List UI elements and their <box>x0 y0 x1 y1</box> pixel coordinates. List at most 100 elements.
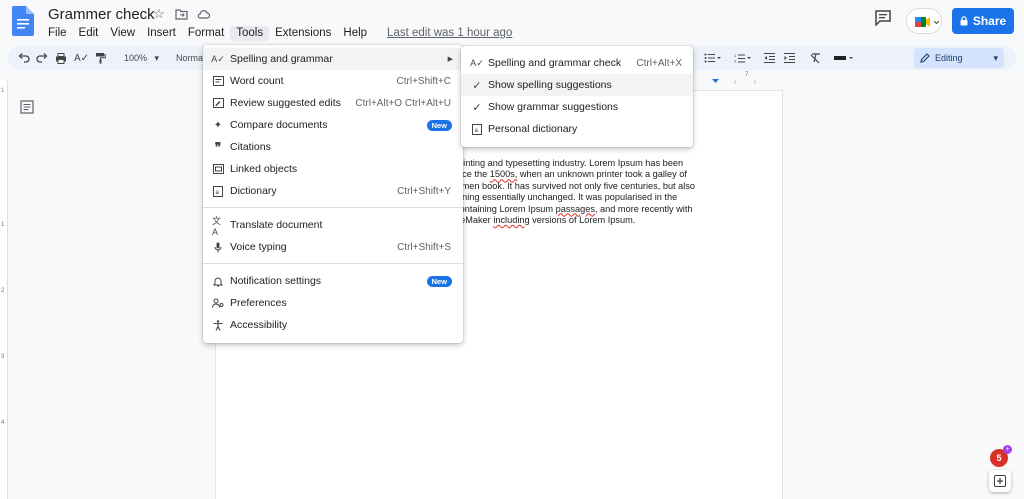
menu-item-review-edits[interactable]: Review suggested edits Ctrl+Alt+O Ctrl+A… <box>203 92 463 114</box>
misspelled-word[interactable]: including <box>493 215 529 225</box>
check-icon: ✓ <box>472 79 482 92</box>
menu-item-translate[interactable]: 文A Translate document <box>203 214 463 237</box>
redo-icon[interactable] <box>36 50 48 66</box>
menu-tools[interactable]: Tools <box>230 26 270 41</box>
check-icon: ✓ <box>472 101 482 114</box>
share-button[interactable]: Share <box>952 8 1014 34</box>
menu-separator <box>203 263 463 264</box>
ruler-mark: 3 <box>1 354 5 360</box>
menu-item-show-spelling[interactable]: ✓ Show spelling suggestions <box>461 74 693 96</box>
menu-item-spelling-grammar[interactable]: A✓ Spelling and grammar ▶ <box>203 48 463 70</box>
review-edits-icon <box>212 97 224 109</box>
menu-item-citations[interactable]: ❞ Citations <box>203 136 463 158</box>
editing-mode-select[interactable]: Editing ▾ <box>914 48 1004 68</box>
menu-separator <box>203 207 463 208</box>
svg-text:1: 1 <box>734 53 737 58</box>
svg-text:a: a <box>475 128 479 134</box>
dictionary-icon: a <box>212 185 224 197</box>
ruler-mark: 1 <box>1 88 5 94</box>
meet-icon <box>915 17 940 27</box>
menu-view[interactable]: View <box>104 26 141 41</box>
explore-icon <box>994 475 1006 487</box>
menu-bar: File Edit View Insert Format Tools Exten… <box>48 26 512 41</box>
menu-help[interactable]: Help <box>337 26 373 41</box>
bell-icon <box>212 275 224 287</box>
style-select[interactable]: Normal <box>176 50 205 66</box>
title-actions: ☆ <box>152 6 210 21</box>
meet-button[interactable] <box>906 8 942 34</box>
menu-extensions[interactable]: Extensions <box>269 26 337 41</box>
svg-text:a: a <box>216 190 220 196</box>
document-body[interactable]: printing and typesetting industry. Lorem… <box>455 158 725 226</box>
misspelled-word[interactable]: passages, <box>556 204 598 214</box>
menu-edit[interactable]: Edit <box>73 26 105 41</box>
star-icon[interactable]: ☆ <box>152 6 166 21</box>
link-icon <box>212 163 224 175</box>
app-header: Grammer check ☆ File Edit View Insert Fo… <box>0 0 1024 44</box>
ruler-mark: 2 <box>1 288 5 294</box>
menu-item-compare-documents[interactable]: ✦ Compare documents New <box>203 114 463 136</box>
pencil-icon <box>920 53 930 63</box>
comment-history-icon[interactable] <box>874 10 892 26</box>
cloud-status-icon[interactable] <box>196 7 210 21</box>
spellcheck-toolbar-icon[interactable]: A✓ <box>74 50 89 66</box>
menu-file[interactable]: File <box>48 26 73 41</box>
print-icon[interactable] <box>55 50 67 66</box>
increase-indent-icon[interactable] <box>784 50 795 66</box>
decrease-indent-icon[interactable] <box>764 50 775 66</box>
last-edit-link[interactable]: Last edit was 1 hour ago <box>387 26 512 41</box>
menu-item-preferences[interactable]: Preferences <box>203 292 463 314</box>
undo-icon[interactable] <box>18 50 30 66</box>
quote-icon: ❞ <box>214 140 222 154</box>
spellcheck-icon: A✓ <box>211 53 225 64</box>
explore-button[interactable] <box>989 470 1011 492</box>
editing-mode-label: Editing <box>935 53 963 63</box>
new-badge: New <box>426 275 452 287</box>
menu-item-notification-settings[interactable]: Notification settings New <box>203 270 463 292</box>
word-count-icon <box>212 75 224 87</box>
menu-item-show-grammar[interactable]: ✓ Show grammar suggestions <box>461 96 693 118</box>
paint-format-icon[interactable] <box>95 50 106 66</box>
svg-text:2: 2 <box>734 59 737 64</box>
lock-icon <box>960 16 968 26</box>
chevron-down-icon: ▾ <box>993 52 998 63</box>
move-folder-icon[interactable] <box>174 7 188 21</box>
text-line: printing and typesetting industry. Lorem… <box>455 158 684 168</box>
menu-item-voice-typing[interactable]: Voice typing Ctrl+Shift+S <box>203 236 463 258</box>
zoom-select[interactable]: 100% ▾ <box>124 50 159 66</box>
menu-format[interactable]: Format <box>182 26 230 41</box>
text-line: cimen book. It has survived not only fiv… <box>455 180 696 191</box>
menu-item-word-count[interactable]: Word count Ctrl+Shift+C <box>203 70 463 92</box>
misspelled-word[interactable]: 1500s, <box>490 169 518 179</box>
menu-item-dictionary[interactable]: a Dictionary Ctrl+Shift+Y <box>203 180 463 202</box>
spelling-grammar-submenu: A✓ Spelling and grammar check Ctrl+Alt+X… <box>461 46 693 147</box>
new-badge: New <box>426 119 452 131</box>
menu-item-linked-objects[interactable]: Linked objects <box>203 158 463 180</box>
spellcheck-icon: A✓ <box>470 57 484 68</box>
text-line: containing Lorem Ipsum passages, and mor… <box>455 203 693 214</box>
style-value: Normal <box>176 53 206 63</box>
menu-item-accessibility[interactable]: Accessibility <box>203 314 463 336</box>
document-title[interactable]: Grammer check <box>48 6 155 23</box>
ruler-mark: 4 <box>1 420 5 426</box>
menu-item-spelling-check[interactable]: A✓ Spelling and grammar check Ctrl+Alt+X <box>461 52 693 74</box>
mic-icon <box>212 241 224 253</box>
text-line: geMaker including versions of Lorem Ipsu… <box>455 215 636 226</box>
vertical-ruler[interactable]: 1 1 2 3 4 <box>0 80 8 499</box>
bulleted-list-icon[interactable] <box>704 50 722 66</box>
border-options-icon[interactable] <box>834 50 856 66</box>
zoom-value: 100% <box>124 53 148 63</box>
submenu-arrow-icon: ▶ <box>447 56 453 63</box>
text-line: ince the 1500s, when an unknown printer … <box>455 169 687 180</box>
ruler-mark: 1 <box>1 222 5 228</box>
ruler-mark-7: 7 <box>745 72 749 78</box>
indent-marker[interactable] <box>712 79 719 83</box>
text-line: aining essentially unchanged. It was pop… <box>455 192 678 203</box>
clear-formatting-icon[interactable] <box>810 50 821 66</box>
translate-icon: 文A <box>212 215 222 237</box>
menu-item-personal-dictionary[interactable]: a Personal dictionary <box>461 118 693 140</box>
document-outline-icon[interactable] <box>20 100 34 114</box>
docs-logo-icon[interactable] <box>12 6 34 36</box>
menu-insert[interactable]: Insert <box>141 26 182 41</box>
numbered-list-icon[interactable]: 12 <box>734 50 752 66</box>
